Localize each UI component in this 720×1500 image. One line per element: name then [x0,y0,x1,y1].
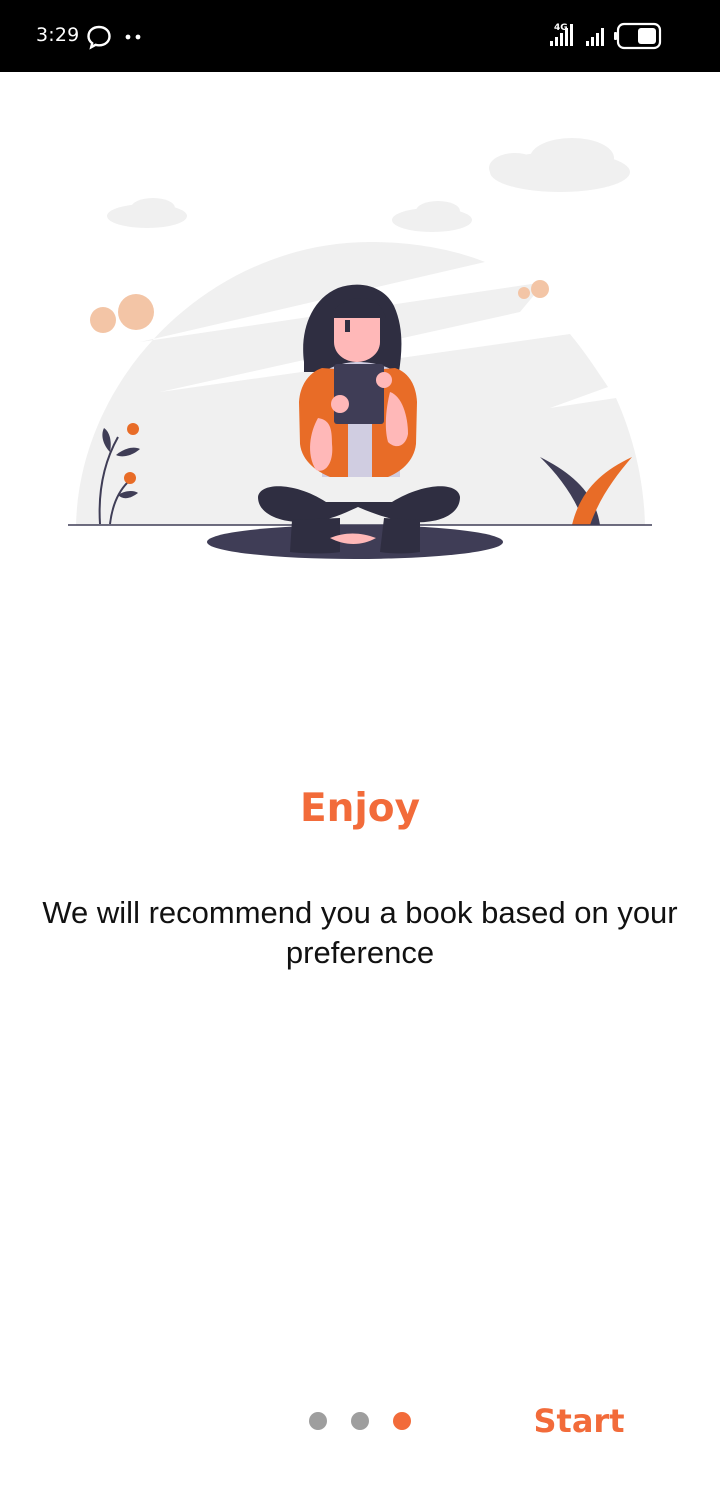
page-indicator [307,1410,427,1432]
cloud-icon [489,138,630,192]
page-dot[interactable] [309,1412,327,1430]
signal-icon [586,28,604,46]
status-indicators: 4G [550,22,662,50]
onboarding-description: We will recommend you a book based on yo… [42,895,678,970]
status-time: 3:29 [36,24,80,46]
more-dots-icon [125,34,141,40]
cloud-icon [107,198,187,228]
page-dot[interactable] [351,1412,369,1430]
book-icon [334,364,384,424]
start-button[interactable]: Start [520,1396,638,1446]
status-bar: 3:29 4G [0,0,720,72]
page-dot-active[interactable] [393,1412,411,1430]
cloud-icon [392,201,472,232]
chat-bubble-icon [87,25,111,50]
4g-signal-icon: 4G [550,23,573,46]
woman-reading-book-illustration [68,138,652,559]
battery-icon [614,22,662,50]
bubble-circle [531,280,549,298]
onboarding-title: Enjoy [300,786,420,831]
bubble-circle [518,287,530,299]
sun-circle [90,307,116,333]
sun-circle [118,294,154,330]
